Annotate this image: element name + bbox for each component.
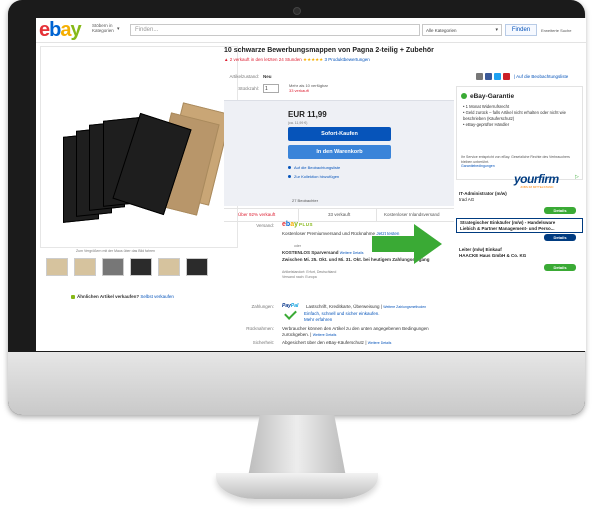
thumbnail[interactable]: [158, 258, 180, 276]
returns-label: Rücknahmen:: [246, 326, 274, 331]
learn-more-link[interactable]: Mehr erfahren: [304, 317, 332, 322]
condition-value: Neu: [263, 74, 272, 79]
payment-methods: Lastschrift, Kreditkarte, Überweisung | …: [306, 304, 427, 309]
monitor-stand-neck: [248, 415, 346, 477]
guarantee-item: • Geld zurück – falls Artikel nicht erha…: [463, 110, 566, 121]
pinterest-icon[interactable]: [503, 73, 510, 80]
job-item[interactable]: Strategischer Einkäufer (m/w) - Handelsw…: [456, 218, 583, 233]
condition-label: Artikelzustand:: [229, 74, 259, 79]
rating-stars: ★★★★★: [303, 57, 324, 62]
buy-now-button[interactable]: Sofort-Kaufen: [288, 127, 391, 141]
reviews-link[interactable]: 3 Produktbewertungen: [324, 57, 369, 62]
find-button[interactable]: Finden: [505, 24, 537, 36]
sold-percent: Über 92% verkauft: [238, 212, 276, 217]
job-details-button[interactable]: Details: [544, 234, 576, 241]
guarantee-item: • eBay-geprüfter Händler: [463, 122, 510, 127]
guarantee-terms-link[interactable]: Garantiebedingungen: [461, 164, 495, 168]
advanced-search-link[interactable]: Erweiterte Suche: [541, 28, 571, 33]
chevron-down-icon: ▾: [495, 27, 498, 33]
quantity-input[interactable]: 1: [263, 84, 279, 93]
payment-label: Zahlungen:: [251, 304, 274, 309]
category-select[interactable]: Alle Kategorien ▾: [422, 24, 502, 36]
guarantee-icon: [461, 93, 467, 99]
twitter-icon[interactable]: [494, 73, 501, 80]
watchlist-link[interactable]: Auf die Beobachtungsliste: [288, 165, 340, 170]
green-arrow-icon: [372, 224, 442, 264]
guarantee-footer: Ihr Service entspricht von eBay. Gesetzl…: [461, 155, 570, 168]
ships-to: Versand nach: Europa: [282, 275, 317, 279]
listing-title: 10 schwarze Bewerbungsmappen von Pagna 2…: [224, 47, 434, 54]
sell-similar: Ähnlichen Artikel verkaufen? Selbst verk…: [71, 294, 174, 299]
browser-screen: ebay Stöbern in Kategorien ▾ Finden... A…: [36, 18, 586, 351]
returns-text: Verbraucher können den Artikel zu den un…: [282, 326, 429, 337]
watchers-count: 27 Beobachter: [292, 198, 319, 203]
sold-recent: ▲ 2 verkauft in den letzten 24 Stunden ★…: [224, 57, 370, 62]
bullet-icon: [288, 175, 291, 178]
buy-box: EUR 11,99 (ca. 11,99 €) Sofort-Kaufen In…: [224, 100, 454, 206]
tag-icon: [71, 294, 75, 299]
shipping-label: Versand:: [256, 223, 274, 228]
camera-icon: [293, 7, 301, 15]
ebay-guarantee-box: eBay-Garantie • 1 Monat Widerrufsrecht •…: [456, 86, 583, 180]
ebay-plus-logo: ebayPLUS: [282, 221, 314, 228]
ebay-header: ebay Stöbern in Kategorien ▾ Finden... A…: [36, 18, 586, 43]
sold-total: 33 verkauft: [328, 212, 351, 217]
add-to-cart-button[interactable]: In den Warenkorb: [288, 145, 391, 159]
add-collection-link[interactable]: Zur Kollektion hinzufügen: [288, 174, 339, 179]
price-approx: (ca. 11,99 €): [288, 121, 308, 125]
sell-yourself-link[interactable]: Selbst verkaufen: [140, 294, 174, 299]
job-details-button[interactable]: Details: [544, 207, 576, 214]
job-item[interactable]: IT-Administrator (m/w) trad AG: [456, 190, 583, 203]
ebay-logo[interactable]: ebay: [39, 20, 82, 40]
thumbnail[interactable]: [186, 258, 208, 276]
bullet-icon: [288, 166, 291, 169]
job-ad: yourfirm JOBS IM MITTELSTAND ▷ IT-Admini…: [456, 170, 583, 275]
monitor-stand-foot: [216, 473, 378, 499]
arrow-shape: [372, 224, 442, 264]
guarantee-title: eBay-Garantie: [470, 93, 515, 100]
thumbnail-strip: [46, 258, 220, 276]
thumbnail[interactable]: [130, 258, 152, 276]
security-details-link[interactable]: Weitere Details: [368, 341, 392, 345]
more-payment-link[interactable]: Weitere Zahlungsmethoden: [383, 305, 426, 309]
gallery-hint: Zum Vergrößern mit der Maus über das Bil…: [76, 249, 155, 253]
chevron-down-icon[interactable]: ▾: [117, 26, 120, 32]
sidebar-watchlist-link[interactable]: | Auf die Beobachtungsliste: [514, 74, 568, 79]
thumbnail[interactable]: [102, 258, 124, 276]
thumbnail[interactable]: [46, 258, 68, 276]
thumbnail[interactable]: [74, 258, 96, 276]
search-input[interactable]: Finden...: [130, 24, 420, 36]
guarantee-list: • 1 Monat Widerrufsrecht • Geld zurück –…: [463, 104, 581, 128]
returns-details-link[interactable]: Weitere Details: [313, 333, 337, 337]
security-label: Sicherheit:: [252, 340, 274, 345]
monitor-chin: [8, 352, 585, 415]
yourfirm-tagline: JOBS IM MITTELSTAND: [520, 185, 554, 189]
secure-text: Einfach, schnell und sicher einkaufen. Me…: [304, 311, 380, 322]
yourfirm-logo[interactable]: yourfirm: [514, 172, 559, 186]
stats-bar: Über 92% verkauft 33 verkauft Kostenlose…: [224, 208, 454, 222]
free-shipping: Kostenloser Inlandsversand: [384, 212, 440, 217]
quantity-label: Stückzahl:: [238, 86, 259, 91]
check-icon: [284, 307, 297, 320]
price: EUR 11,99: [288, 110, 327, 119]
availability: Mehr als 10 verfügbar 33 verkauft: [289, 83, 328, 93]
security-text: Abgesichert über den eBay-Käuferschutz |…: [282, 340, 392, 345]
imac-monitor: ebay Stöbern in Kategorien ▾ Finden... A…: [8, 0, 586, 415]
or-divider: oder: [294, 244, 302, 248]
ad-play-icon[interactable]: ▷: [575, 174, 579, 180]
job-details-button[interactable]: Details: [544, 264, 576, 271]
shipping-details-link[interactable]: Weitere Details: [340, 251, 364, 255]
job-item[interactable]: Leiter (m/w) Einkauf HAACKE Haus GmbH & C…: [456, 246, 583, 259]
category-browse[interactable]: Stöbern in Kategorien: [92, 23, 120, 33]
email-icon[interactable]: [476, 73, 483, 80]
facebook-icon[interactable]: [485, 73, 492, 80]
